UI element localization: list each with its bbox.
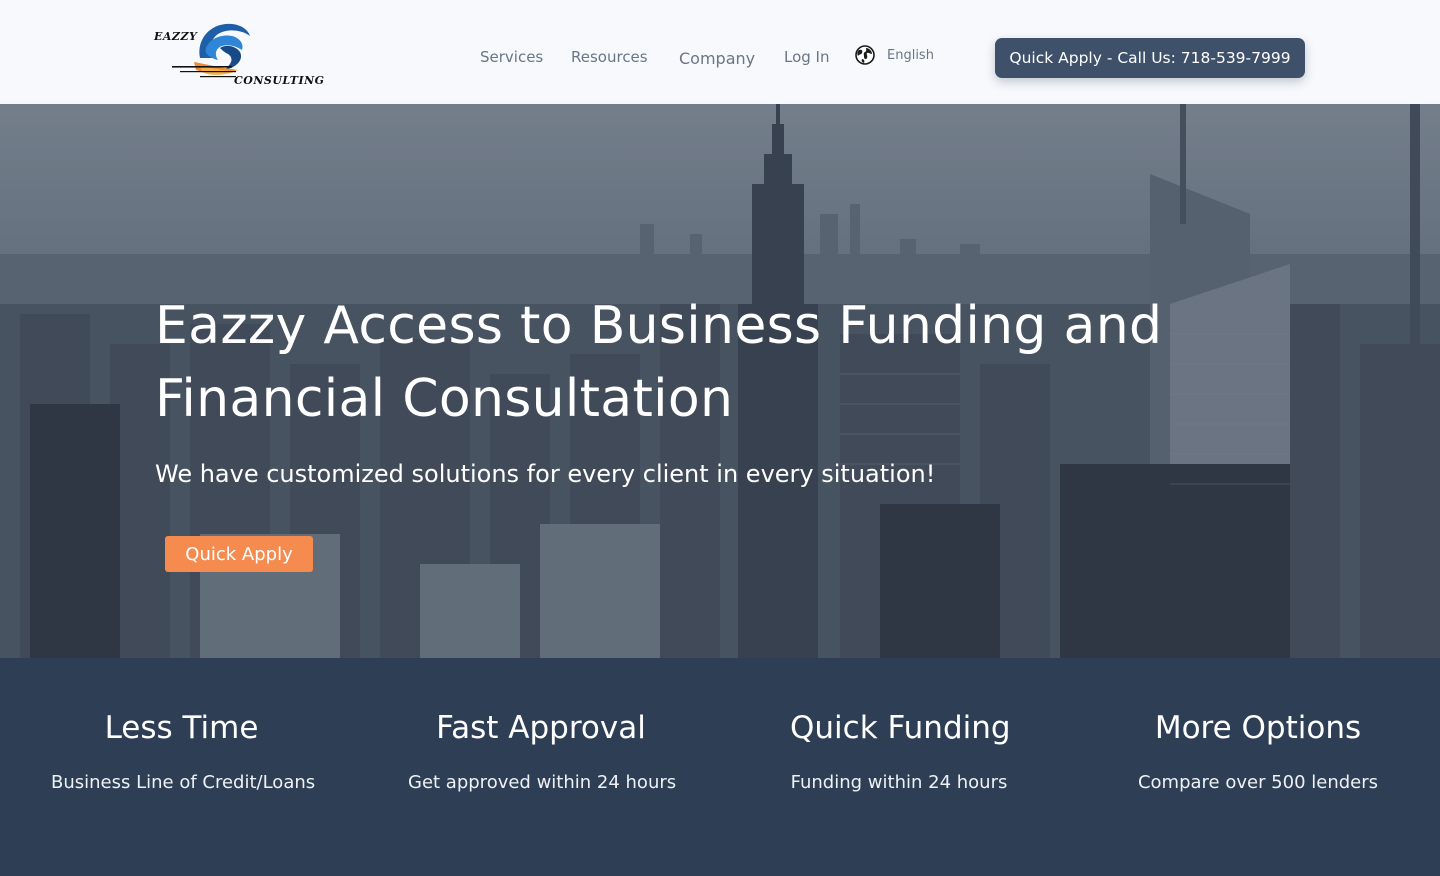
features-section: Less Time Business Line of Credit/Loans … (0, 658, 1440, 876)
globe-icon (855, 45, 875, 65)
feature-description: Business Line of Credit/Loans (51, 772, 316, 793)
feature-less-time: Less Time Business Line of Credit/Loans (51, 710, 316, 793)
quick-apply-call-button[interactable]: Quick Apply - Call Us: 718-539-7999 (995, 38, 1305, 78)
feature-description: Get approved within 24 hours (408, 772, 677, 793)
feature-quick-funding: Quick Funding Funding within 24 hours (790, 710, 1011, 793)
nav-services[interactable]: Services (480, 48, 543, 66)
feature-title: Fast Approval (436, 710, 646, 746)
hero-quick-apply-button[interactable]: Quick Apply (165, 536, 313, 572)
feature-title: Less Time (104, 710, 259, 746)
feature-title: Quick Funding (790, 710, 1011, 746)
hero-title: Eazzy Access to Business Funding and Fin… (155, 296, 1163, 429)
logo-text-bottom: CONSULTING (234, 74, 325, 87)
feature-title: More Options (1154, 710, 1362, 746)
hero-section: Eazzy Access to Business Funding and Fin… (0, 104, 1440, 658)
feature-description: Funding within 24 hours (790, 772, 1008, 793)
nav-resources[interactable]: Resources (571, 48, 648, 66)
feature-more-options: More Options Compare over 500 lenders (1136, 710, 1380, 793)
language-label: English (887, 47, 934, 63)
site-header: EAZZY CONSULTING Services Resources Comp… (0, 0, 1440, 104)
nav-company[interactable]: Company (679, 49, 755, 68)
feature-fast-approval: Fast Approval Get approved within 24 hou… (408, 710, 677, 793)
nav-login[interactable]: Log In (784, 48, 830, 66)
feature-description: Compare over 500 lenders (1137, 772, 1379, 793)
language-selector[interactable]: English (855, 45, 934, 65)
logo-text-top: EAZZY (154, 30, 198, 43)
hero-subtitle: We have customized solutions for every c… (155, 460, 936, 488)
company-logo[interactable]: EAZZY CONSULTING (150, 18, 325, 90)
